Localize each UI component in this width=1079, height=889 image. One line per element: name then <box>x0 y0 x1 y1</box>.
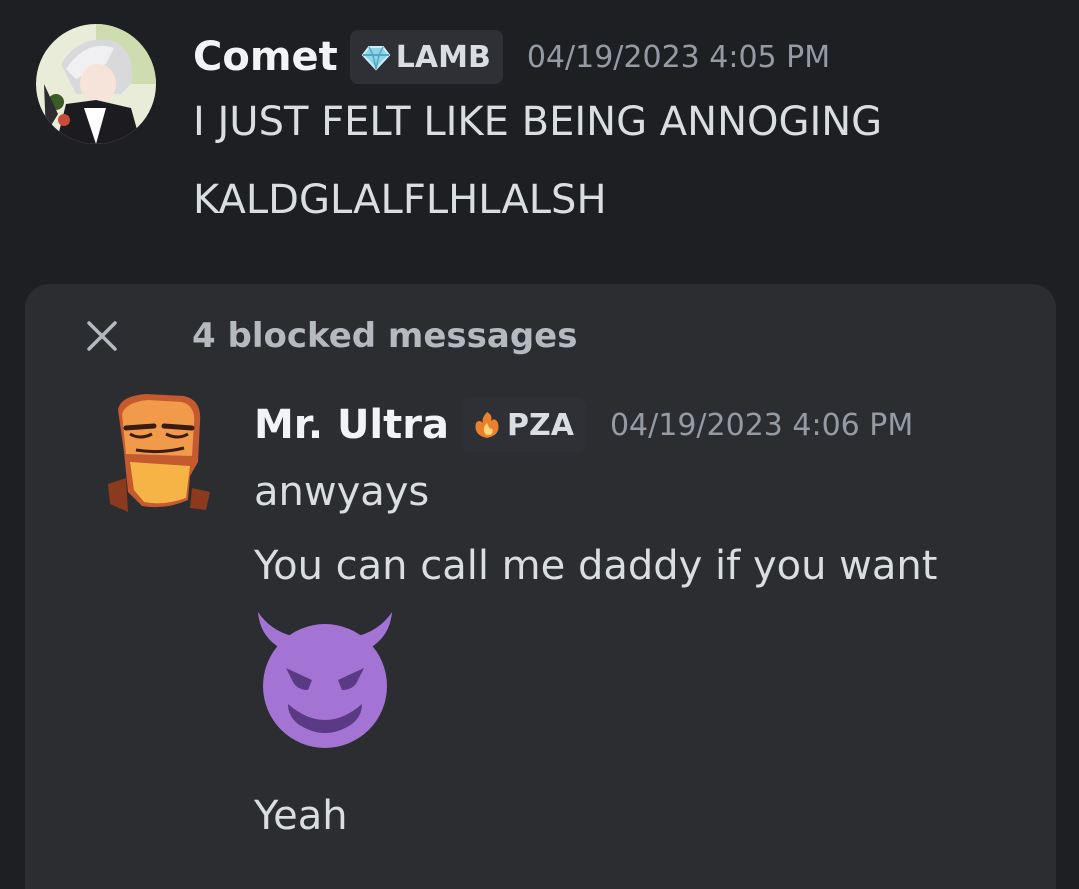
message-line: Yeah <box>254 793 348 839</box>
server-tag-label: LAMB <box>395 39 491 75</box>
username-comet[interactable]: Comet <box>193 37 338 77</box>
message-header-comet: Comet LAMB 04/19/2023 4:05 PM <box>193 30 830 84</box>
timestamp: 04/19/2023 4:05 PM <box>526 39 831 75</box>
smiling-devil-emoji[interactable] <box>252 606 398 752</box>
message-line: I JUST FELT LIKE BEING ANNOGING <box>193 99 883 145</box>
avatar-comet-image <box>36 24 156 144</box>
server-tag-lamb[interactable]: LAMB <box>349 30 503 84</box>
blocked-messages-label[interactable]: 4 blocked messages <box>192 316 577 356</box>
avatar-mr-ultra-image <box>108 394 210 512</box>
chat-view: Comet LAMB 04/19/2023 4:05 PM I JUST FEL… <box>0 0 1079 889</box>
timestamp: 04/19/2023 4:06 PM <box>609 407 914 443</box>
avatar-comet[interactable] <box>36 24 156 144</box>
message-line: anwyays <box>254 469 430 515</box>
close-icon[interactable] <box>84 318 120 354</box>
message-header-mr-ultra: Mr. Ultra PZA 04/19/2023 4:06 PM <box>254 398 913 452</box>
flame-icon <box>471 409 503 441</box>
username-mr-ultra[interactable]: Mr. Ultra <box>254 405 449 445</box>
message-line: KALDGLALFLHLALSH <box>193 177 607 223</box>
diamond-gem-icon <box>360 41 392 73</box>
avatar-mr-ultra[interactable] <box>106 392 212 514</box>
message-line: You can call me daddy if you want <box>254 543 938 589</box>
server-tag-label: PZA <box>506 407 574 443</box>
server-tag-pza[interactable]: PZA <box>460 398 586 452</box>
